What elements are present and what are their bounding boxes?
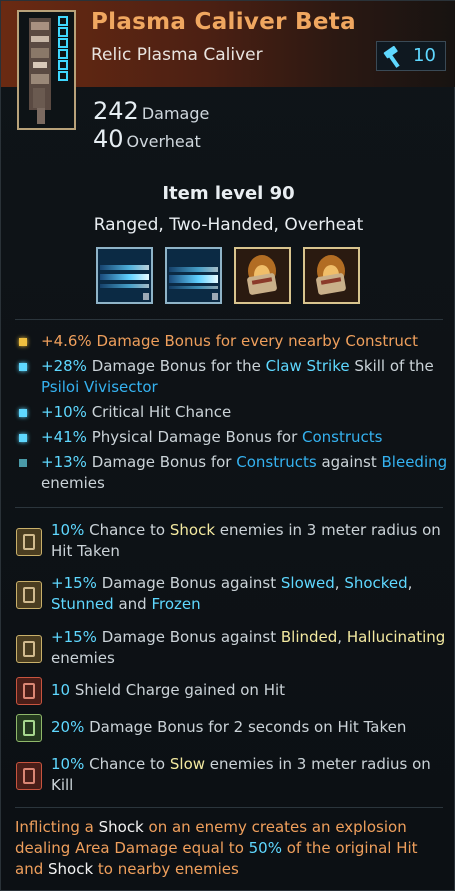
text-fragment: enemies [41, 474, 105, 492]
overheat-label: Overheat [126, 132, 201, 151]
text-fragment: +10% [41, 403, 87, 421]
perk-text: 10% Chance to Shock enemies in 3 meter r… [51, 520, 451, 562]
text-fragment: Damage Bonus against [96, 574, 281, 592]
text-fragment: Claw Strike [265, 357, 350, 375]
gold-bullet-icon [19, 338, 27, 346]
text-fragment: Shield Charge gained on Hit [70, 681, 286, 699]
item-level: Item level 90 [162, 183, 295, 204]
item-tags: Ranged, Two-Handed, Overheat [93, 215, 364, 235]
mod-text: +28% Damage Bonus for the Claw Strike Sk… [41, 356, 451, 398]
damage-value: 242 [93, 97, 139, 125]
text-fragment: , [337, 628, 347, 646]
text-fragment: Chance to [84, 755, 170, 773]
text-fragment: +4.6% [41, 332, 92, 350]
text-fragment: +41% [41, 428, 87, 446]
text-fragment: Constructs [302, 428, 383, 446]
text-fragment: Slow [169, 755, 206, 773]
flaming-scroll-icon [236, 249, 289, 302]
text-fragment: +13% [41, 453, 87, 471]
text-fragment: , [407, 574, 413, 592]
mod-text: +10% Critical Hit Chance [41, 402, 451, 423]
text-fragment: enemies [51, 649, 115, 667]
text-fragment: +15% [51, 574, 97, 592]
text-fragment: +28% [41, 357, 87, 375]
text-fragment: 50% [248, 839, 282, 857]
text-fragment: 20% [51, 718, 85, 736]
slot-blue-beam-2[interactable] [165, 247, 222, 304]
slot-flaming-scroll-1[interactable] [234, 247, 291, 304]
text-fragment: Stunned [51, 595, 114, 613]
text-fragment: Damage Bonus for 2 seconds on Hit Taken [84, 718, 407, 736]
text-fragment: 10% [51, 521, 85, 539]
text-fragment: Shocked [344, 574, 408, 592]
level-requirement-value: 10 [413, 45, 436, 66]
cyan-bullet-icon [19, 434, 27, 442]
text-fragment: Psiloi Vivisector [41, 378, 158, 396]
flaming-scroll-icon [305, 249, 358, 302]
damage-stat: 242 Damage [93, 97, 209, 125]
text-fragment: Blinded [280, 628, 338, 646]
slot-blue-beam-1[interactable] [96, 247, 153, 304]
red-tablet-icon [16, 677, 42, 705]
text-fragment: and [113, 595, 152, 613]
mod-text: +13% Damage Bonus for Constructs against… [41, 452, 451, 494]
red-tablet-icon [16, 762, 42, 790]
divider [15, 319, 443, 320]
hammer-icon [383, 46, 400, 68]
overheat-value: 40 [93, 125, 124, 153]
cyan-bullet-icon [19, 409, 27, 417]
overheat-stat: 40 Overheat [93, 125, 201, 153]
text-fragment: Shock [98, 818, 144, 836]
text-fragment: Skill of the [349, 357, 434, 375]
text-fragment: Damage Bonus for the [86, 357, 266, 375]
mod-text: +4.6% Damage Bonus for every nearby Cons… [41, 331, 451, 352]
divider [15, 807, 443, 808]
text-fragment: against [316, 453, 382, 471]
perk-text: 10 Shield Charge gained on Hit [51, 680, 451, 701]
plasma-caliver-icon [29, 16, 68, 124]
divider [15, 507, 443, 508]
green-tablet-icon [16, 714, 42, 742]
text-fragment: Shock [48, 860, 94, 878]
text-fragment: Constructs [236, 453, 317, 471]
text-fragment: Chance to [84, 521, 170, 539]
damage-label: Damage [141, 104, 210, 123]
perk-text: 20% Damage Bonus for 2 seconds on Hit Ta… [51, 717, 451, 738]
text-fragment: Damage Bonus for [86, 453, 237, 471]
item-name: Plasma Caliver Beta [91, 9, 356, 35]
text-fragment: 10 [51, 681, 71, 699]
blue-beam-icon [167, 249, 220, 302]
gold-tablet-icon [16, 528, 42, 556]
text-fragment: Frozen [151, 595, 201, 613]
item-tooltip: Plasma Caliver Beta Relic Plasma Caliver… [0, 0, 455, 891]
perk-text: +15% Damage Bonus against Slowed, Shocke… [51, 573, 451, 615]
text-fragment: +15% [51, 628, 97, 646]
gold-tablet-icon [16, 581, 42, 609]
perk-text: +15% Damage Bonus against Blinded, Hallu… [51, 627, 451, 669]
gold-tablet-icon [16, 635, 42, 663]
text-fragment: Damage Bonus for every nearby Construct [91, 332, 419, 350]
mod-text: +41% Physical Damage Bonus for Construct… [41, 427, 451, 448]
text-fragment: , [334, 574, 345, 592]
text-fragment: Hallucinating [346, 628, 446, 646]
text-fragment: to nearby enemies [93, 860, 239, 878]
perk-text: 10% Chance to Slow enemies in 3 meter ra… [51, 754, 451, 796]
slot-flaming-scroll-2[interactable] [303, 247, 360, 304]
cyan-bullet-icon [19, 363, 27, 371]
blue-beam-icon [98, 249, 151, 302]
text-fragment: Critical Hit Chance [86, 403, 232, 421]
text-fragment: Physical Damage Bonus for [86, 428, 302, 446]
teal-bullet-icon [19, 459, 27, 467]
text-fragment: Bleeding [381, 453, 448, 471]
text-fragment: 10% [51, 755, 85, 773]
weapon-thumbnail[interactable] [17, 10, 76, 130]
text-fragment: Slowed [280, 574, 335, 592]
text-fragment: Damage Bonus against [96, 628, 281, 646]
item-type: Relic Plasma Caliver [91, 45, 263, 65]
item-description: Inflicting a Shock on an enemy creates a… [15, 817, 445, 880]
level-requirement-badge: 10 [376, 41, 446, 71]
text-fragment: Inflicting a [15, 818, 99, 836]
text-fragment: Shock [169, 521, 216, 539]
